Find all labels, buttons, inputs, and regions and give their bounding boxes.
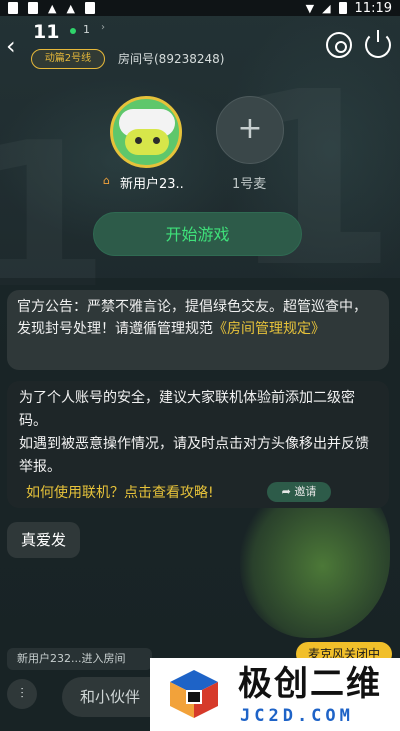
watermark-logo-icon <box>170 670 218 718</box>
safety-line-1: 为了个人账号的安全，建议大家联机体验前添加二级密码。 <box>19 390 355 429</box>
invite-button[interactable]: ➦ 邀请 <box>267 482 331 502</box>
start-game-button[interactable]: 开始游戏 <box>93 212 302 256</box>
watermark-title: 极创二维 <box>238 664 382 704</box>
room-number: 房间号(89238248) <box>118 52 225 66</box>
avatar-eye <box>135 137 142 144</box>
chevron-left-icon: ‹ <box>6 32 16 60</box>
empty-seat-button[interactable]: + <box>216 96 284 164</box>
avatar-face <box>125 129 169 155</box>
sound-settings-button[interactable]: ⫶ <box>7 679 37 709</box>
signal-icon: ◢ <box>322 1 331 15</box>
safety-line-2: 如遇到被恶意操作情况，请及时点击对方头像移出并反馈举报。 <box>19 436 369 475</box>
chevron-right-icon[interactable]: › <box>101 22 105 33</box>
back-button[interactable]: ‹ <box>6 33 28 59</box>
host-house-icon: ⌂ <box>103 174 110 187</box>
notification-icon <box>28 2 38 14</box>
invite-label: 邀请 <box>294 485 317 498</box>
clock: 11:19 <box>354 0 392 16</box>
wifi-icon: ▼ <box>305 1 315 15</box>
seat-1-username: 新用户23.. <box>120 177 184 192</box>
status-bar: ▲ ▲ ▼ ◢ 11:19 <box>0 0 400 16</box>
settings-button[interactable] <box>326 32 352 58</box>
warning-icon: ▲ <box>48 1 57 15</box>
join-room-message: 新用户232...进入房间 <box>7 648 152 670</box>
watermark: 极创二维 JC2D.COM <box>150 658 400 731</box>
seat-2-label: 1号麦 <box>232 177 267 192</box>
app-icon <box>84 2 95 14</box>
battery-icon <box>338 2 347 14</box>
chat-message: 真爱发 <box>7 522 80 558</box>
notification-icon <box>8 2 18 14</box>
online-count[interactable]: 1 <box>83 23 90 36</box>
avatar[interactable] <box>110 96 182 168</box>
avatar-eye <box>153 137 160 144</box>
game-mode-badge: 动篇2号线 <box>31 49 105 69</box>
online-dot-icon <box>70 28 76 34</box>
exit-room-button[interactable] <box>365 30 391 58</box>
watermark-subtitle: JC2D.COM <box>240 706 354 726</box>
share-icon: ➦ <box>281 485 295 498</box>
official-notice: 官方公告：严禁不雅言论，提倡绿色交友。超管巡查中，发现封号处理！请遵循管理规范《… <box>7 290 389 370</box>
room-title: 11 <box>33 21 60 43</box>
equalizer-icon: ⫶ <box>20 686 24 702</box>
multiplayer-guide-link[interactable]: 如何使用联机？点击查看攻略! <box>26 482 214 502</box>
room-rules-link[interactable]: 《房间管理规定》 <box>213 321 325 337</box>
warning-icon: ▲ <box>66 1 75 15</box>
